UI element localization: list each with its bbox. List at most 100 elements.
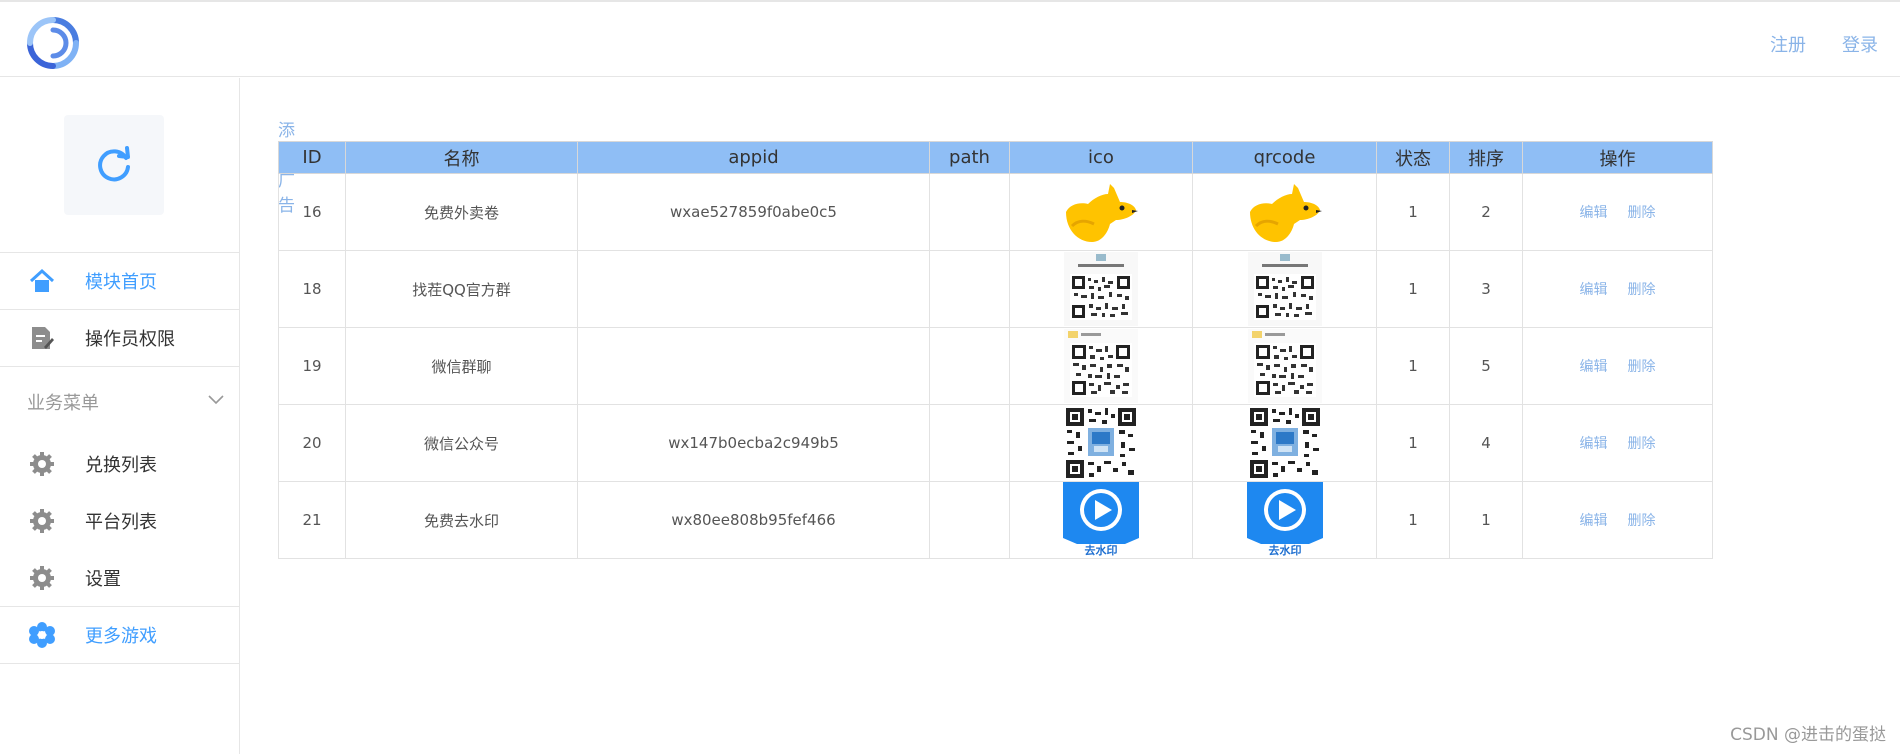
cell-qrcode: [1192, 327, 1377, 405]
cell-actions: 编辑 删除: [1522, 404, 1713, 482]
cell-status: 1: [1376, 250, 1450, 328]
cell-id: 21: [278, 481, 346, 559]
sidebar-item-label: 更多游戏: [85, 626, 157, 647]
cell-order: 3: [1449, 250, 1523, 328]
sidebar-item-platform-list[interactable]: 平台列表: [0, 493, 240, 549]
ads-table: ID 名称 appid path ico qrcode 状态 排序 操作 16 …: [278, 141, 1713, 559]
cell-appid: [577, 327, 930, 405]
cell-id: 16: [278, 173, 346, 251]
login-link[interactable]: 登录: [1842, 31, 1878, 57]
delete-button[interactable]: 删除: [1628, 513, 1656, 529]
csdn-watermark: CSDN @进击的蛋挞: [1730, 725, 1886, 745]
column-header-name: 名称: [345, 141, 578, 174]
cell-actions: 编辑 删除: [1522, 327, 1713, 405]
gear-icon: [28, 450, 56, 478]
sidebar-item-label: 平台列表: [85, 512, 157, 533]
cell-appid: wxae527859f0abe0c5: [577, 173, 930, 251]
wechat-group-qrcode: [1064, 329, 1138, 403]
home-icon: [28, 267, 56, 295]
document-edit-icon: [28, 324, 56, 352]
cell-ico: [1009, 173, 1193, 251]
cell-ico: [1009, 404, 1193, 482]
cell-status: 1: [1376, 481, 1450, 559]
cell-path: [929, 404, 1010, 482]
sidebar-item-label: 设置: [85, 569, 121, 590]
cell-name: 免费去水印: [345, 481, 578, 559]
official-account-qrcode: [1247, 406, 1322, 480]
edit-button[interactable]: 编辑: [1580, 513, 1608, 529]
table-row: 16 免费外卖卷 wxae527859f0abe0c5 1 2 编辑 删除: [278, 173, 1713, 251]
column-header-appid: appid: [577, 141, 930, 174]
kangaroo-icon: [1249, 184, 1322, 242]
sidebar-item-settings[interactable]: 设置: [0, 550, 240, 606]
register-link[interactable]: 注册: [1770, 31, 1806, 57]
sidebar-item-label: 操作员权限: [85, 329, 175, 350]
refresh-icon: [98, 146, 130, 182]
column-header-ico: ico: [1009, 141, 1193, 174]
cell-ico: [1009, 250, 1193, 328]
cell-actions: 编辑 删除: [1522, 481, 1713, 559]
table-row: 18 找茬QQ官方群 1 3 编辑 删除: [278, 250, 1713, 328]
watermark-caption: 去水印: [1085, 543, 1118, 557]
cell-status: 1: [1376, 327, 1450, 405]
column-header-path: path: [929, 141, 1010, 174]
cell-name: 微信公众号: [345, 404, 578, 482]
edit-button[interactable]: 编辑: [1580, 359, 1608, 375]
cell-path: [929, 481, 1010, 559]
cell-id: 19: [278, 327, 346, 405]
cell-order: 2: [1449, 173, 1523, 251]
column-header-actions: 操作: [1522, 141, 1713, 174]
kangaroo-icon: [1066, 184, 1138, 242]
gear-icon: [28, 564, 56, 592]
cell-qrcode: 去水印: [1192, 481, 1377, 559]
delete-button[interactable]: 删除: [1628, 205, 1656, 221]
cell-order: 5: [1449, 327, 1523, 405]
app-logo-icon[interactable]: [26, 16, 80, 70]
cell-appid: wx80ee808b95fef466: [577, 481, 930, 559]
sidebar-item-home[interactable]: 模块首页: [0, 253, 240, 309]
column-header-order: 排序: [1449, 141, 1523, 174]
cell-ico: 去水印: [1009, 481, 1193, 559]
cell-actions: 编辑 删除: [1522, 250, 1713, 328]
delete-button[interactable]: 删除: [1628, 282, 1656, 298]
cell-appid: wx147b0ecba2c949b5: [577, 404, 930, 482]
cell-id: 18: [278, 250, 346, 328]
cell-name: 免费外卖卷: [345, 173, 578, 251]
divider: [0, 663, 240, 664]
table-header-row: ID 名称 appid path ico qrcode 状态 排序 操作: [278, 141, 1713, 174]
sidebar-item-more-games[interactable]: 更多游戏: [0, 607, 240, 663]
divider: [0, 366, 240, 367]
column-header-id: ID: [278, 141, 346, 174]
sidebar-item-exchange-list[interactable]: 兑换列表: [0, 436, 240, 492]
column-header-qrcode: qrcode: [1192, 141, 1377, 174]
cell-path: [929, 250, 1010, 328]
sidebar: 模块首页 操作员权限 业务菜单 兑换列表 平台列表 设置 更多游戏: [0, 78, 240, 754]
cell-ico: [1009, 327, 1193, 405]
edit-button[interactable]: 编辑: [1580, 282, 1608, 298]
gear-icon: [28, 507, 56, 535]
play-button-icon: 去水印: [1063, 482, 1139, 557]
cell-name: 找茬QQ官方群: [345, 250, 578, 328]
qq-group-qrcode: [1247, 252, 1322, 326]
official-account-qrcode: [1064, 406, 1138, 480]
refresh-button[interactable]: [64, 115, 164, 215]
cell-status: 1: [1376, 404, 1450, 482]
cell-path: [929, 327, 1010, 405]
sidebar-item-operator-permissions[interactable]: 操作员权限: [0, 310, 240, 366]
flower-gear-icon: [28, 621, 56, 649]
menu-group-title[interactable]: 业务菜单: [27, 389, 99, 415]
delete-button[interactable]: 删除: [1628, 359, 1656, 375]
cell-appid: [577, 250, 930, 328]
chevron-down-icon[interactable]: [207, 391, 225, 409]
cell-actions: 编辑 删除: [1522, 173, 1713, 251]
edit-button[interactable]: 编辑: [1580, 436, 1608, 452]
table-row: 20 微信公众号 wx147b0ecba2c949b5 1 4 编辑 删除: [278, 404, 1713, 482]
sidebar-item-label: 兑换列表: [85, 455, 157, 476]
delete-button[interactable]: 删除: [1628, 436, 1656, 452]
play-button-icon: 去水印: [1246, 482, 1323, 557]
table-row: 21 免费去水印 wx80ee808b95fef466 去水印 去水印 1 1 …: [278, 481, 1713, 559]
cell-order: 4: [1449, 404, 1523, 482]
edit-button[interactable]: 编辑: [1580, 205, 1608, 221]
watermark-caption: 去水印: [1268, 543, 1301, 557]
column-header-status: 状态: [1376, 141, 1450, 174]
